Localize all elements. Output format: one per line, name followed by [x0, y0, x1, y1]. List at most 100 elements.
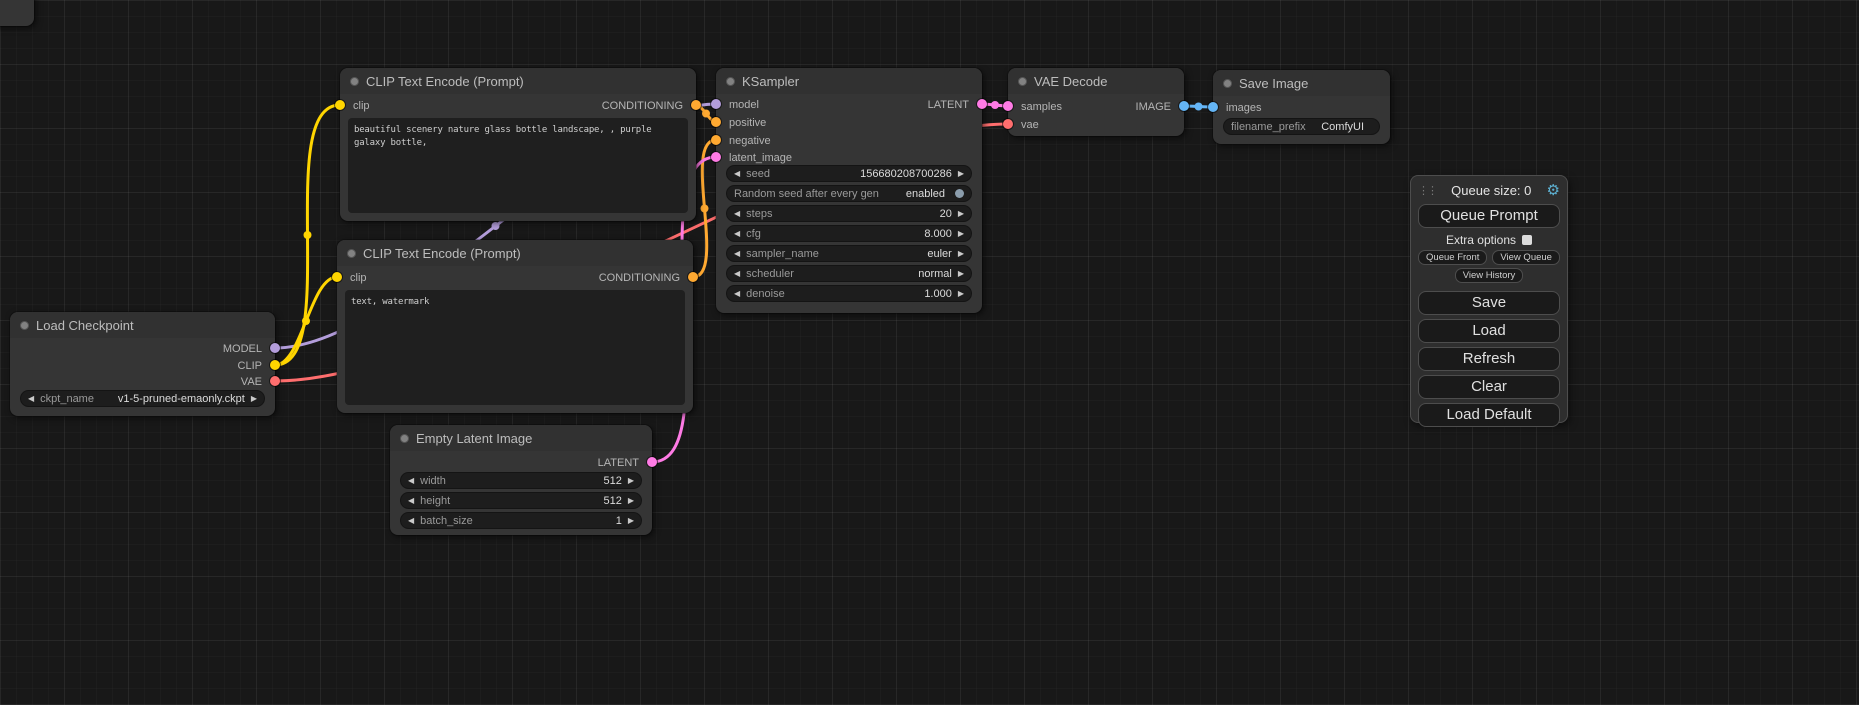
increment-arrow-icon[interactable]: ▶: [628, 477, 634, 485]
widget-cfg[interactable]: ◀ cfg 8.000 ▶: [726, 225, 972, 242]
settings-gear-icon[interactable]: ⚙: [1547, 183, 1560, 198]
node-title: VAE Decode: [1034, 74, 1107, 89]
widget-random-seed-toggle[interactable]: Random seed after every gen enabled: [726, 185, 972, 202]
clear-button[interactable]: Clear: [1418, 375, 1560, 399]
queue-prompt-button[interactable]: Queue Prompt: [1418, 204, 1560, 228]
widget-seed[interactable]: ◀ seed 156680208700286 ▶: [726, 165, 972, 182]
queue-size-label: Queue size: 0: [1436, 183, 1547, 198]
widget-width[interactable]: ◀ width 512 ▶: [400, 472, 642, 489]
port-dot-conditioning[interactable]: [688, 272, 698, 282]
node-title-bar[interactable]: CLIP Text Encode (Prompt): [337, 240, 693, 266]
node-vae-decode[interactable]: VAE Decode samples IMAGE vae: [1008, 68, 1184, 136]
node-collapse-dot-icon[interactable]: [350, 77, 359, 86]
negative-prompt-textarea[interactable]: text, watermark: [345, 290, 685, 405]
wire-midpoint-dot[interactable]: [702, 110, 710, 118]
node-clip-text-encode-negative[interactable]: CLIP Text Encode (Prompt) clip CONDITION…: [337, 240, 693, 413]
node-collapse-dot-icon[interactable]: [347, 249, 356, 258]
node-collapse-dot-icon[interactable]: [1223, 79, 1232, 88]
node-graph-canvas[interactable]: Load Checkpoint MODEL CLIP VAE ◀ ckpt_na…: [0, 0, 1859, 705]
widget-height[interactable]: ◀ height 512 ▶: [400, 492, 642, 509]
refresh-button[interactable]: Refresh: [1418, 347, 1560, 371]
widget-sampler-name[interactable]: ◀ sampler_name euler ▶: [726, 245, 972, 262]
increment-arrow-icon[interactable]: ▶: [628, 517, 634, 525]
port-dot-positive[interactable]: [711, 117, 721, 127]
port-dot-negative[interactable]: [711, 135, 721, 145]
output-port-latent: LATENT: [716, 97, 982, 112]
decrement-arrow-icon[interactable]: ◀: [408, 477, 414, 485]
node-clip-text-encode-positive[interactable]: CLIP Text Encode (Prompt) clip CONDITION…: [340, 68, 696, 221]
node-load-checkpoint[interactable]: Load Checkpoint MODEL CLIP VAE ◀ ckpt_na…: [10, 312, 275, 416]
node-collapse-dot-icon[interactable]: [400, 434, 409, 443]
port-dot-model[interactable]: [270, 343, 280, 353]
decrement-arrow-icon[interactable]: ◀: [734, 170, 740, 178]
node-save-image[interactable]: Save Image images filename_prefix ComfyU…: [1213, 70, 1390, 144]
queue-front-button[interactable]: Queue Front: [1418, 250, 1487, 265]
panel-drag-handle-icon[interactable]: ⋮⋮: [1418, 184, 1436, 197]
increment-arrow-icon[interactable]: ▶: [958, 210, 964, 218]
decrement-arrow-icon[interactable]: ◀: [28, 395, 34, 403]
port-dot-image[interactable]: [1179, 101, 1189, 111]
increment-arrow-icon[interactable]: ▶: [958, 170, 964, 178]
save-button[interactable]: Save: [1418, 291, 1560, 315]
node-collapse-dot-icon[interactable]: [20, 321, 29, 330]
node-title-bar[interactable]: VAE Decode: [1008, 68, 1184, 94]
widget-scheduler[interactable]: ◀ scheduler normal ▶: [726, 265, 972, 282]
decrement-arrow-icon[interactable]: ◀: [408, 517, 414, 525]
increment-arrow-icon[interactable]: ▶: [628, 497, 634, 505]
extra-options-checkbox[interactable]: [1522, 235, 1532, 245]
wire-midpoint-dot[interactable]: [302, 317, 310, 325]
input-port-positive: positive: [716, 115, 982, 130]
increment-arrow-icon[interactable]: ▶: [958, 250, 964, 258]
node-collapse-dot-icon[interactable]: [1018, 77, 1027, 86]
decrement-arrow-icon[interactable]: ◀: [734, 270, 740, 278]
increment-arrow-icon[interactable]: ▶: [958, 290, 964, 298]
increment-arrow-icon[interactable]: ▶: [958, 230, 964, 238]
toggle-knob-icon[interactable]: [955, 189, 964, 198]
port-dot-vae[interactable]: [270, 376, 280, 386]
widget-steps[interactable]: ◀ steps 20 ▶: [726, 205, 972, 222]
increment-arrow-icon[interactable]: ▶: [251, 395, 257, 403]
node-title-bar[interactable]: CLIP Text Encode (Prompt): [340, 68, 696, 94]
load-default-button[interactable]: Load Default: [1418, 403, 1560, 427]
widget-denoise[interactable]: ◀ denoise 1.000 ▶: [726, 285, 972, 302]
wire-midpoint-dot[interactable]: [1195, 103, 1203, 111]
wire-midpoint-dot[interactable]: [304, 231, 312, 239]
port-dot-latent-image[interactable]: [711, 152, 721, 162]
node-collapse-dot-icon[interactable]: [726, 77, 735, 86]
node-ksampler[interactable]: KSampler model LATENT positive negative …: [716, 68, 982, 313]
decrement-arrow-icon[interactable]: ◀: [408, 497, 414, 505]
port-dot-latent[interactable]: [647, 457, 657, 467]
view-history-button[interactable]: View History: [1455, 268, 1524, 283]
port-dot-latent[interactable]: [977, 99, 987, 109]
output-port-clip: CLIP: [10, 358, 275, 373]
decrement-arrow-icon[interactable]: ◀: [734, 230, 740, 238]
positive-prompt-textarea[interactable]: beautiful scenery nature glass bottle la…: [348, 118, 688, 213]
widget-ckpt-name[interactable]: ◀ ckpt_name v1-5-pruned-emaonly.ckpt ▶: [20, 390, 265, 407]
wire-midpoint-dot[interactable]: [991, 101, 999, 109]
view-queue-button[interactable]: View Queue: [1492, 250, 1560, 265]
decrement-arrow-icon[interactable]: ◀: [734, 210, 740, 218]
decrement-arrow-icon[interactable]: ◀: [734, 290, 740, 298]
load-button[interactable]: Load: [1418, 319, 1560, 343]
node-empty-latent-image[interactable]: Empty Latent Image LATENT ◀ width 512 ▶ …: [390, 425, 652, 535]
port-dot-images[interactable]: [1208, 102, 1218, 112]
increment-arrow-icon[interactable]: ▶: [958, 270, 964, 278]
input-port-latent-image: latent_image: [716, 150, 982, 165]
widget-batch-size[interactable]: ◀ batch_size 1 ▶: [400, 512, 642, 529]
extra-options-label: Extra options: [1446, 233, 1516, 247]
node-title-bar[interactable]: Empty Latent Image: [390, 425, 652, 451]
decrement-arrow-icon[interactable]: ◀: [734, 250, 740, 258]
wire-midpoint-dot[interactable]: [492, 222, 500, 230]
input-port-negative: negative: [716, 133, 982, 148]
widget-filename-prefix[interactable]: filename_prefix ComfyUI: [1223, 118, 1380, 135]
port-dot-conditioning[interactable]: [691, 100, 701, 110]
node-title-bar[interactable]: Save Image: [1213, 70, 1390, 96]
wire-midpoint-dot[interactable]: [701, 205, 709, 213]
input-port-vae: vae: [1008, 117, 1184, 132]
node-title-bar[interactable]: Load Checkpoint: [10, 312, 275, 338]
node-title-bar[interactable]: KSampler: [716, 68, 982, 94]
partial-offscreen-node[interactable]: [0, 0, 34, 26]
port-dot-vae[interactable]: [1003, 119, 1013, 129]
port-dot-clip[interactable]: [270, 360, 280, 370]
output-port-vae: VAE: [10, 374, 275, 389]
